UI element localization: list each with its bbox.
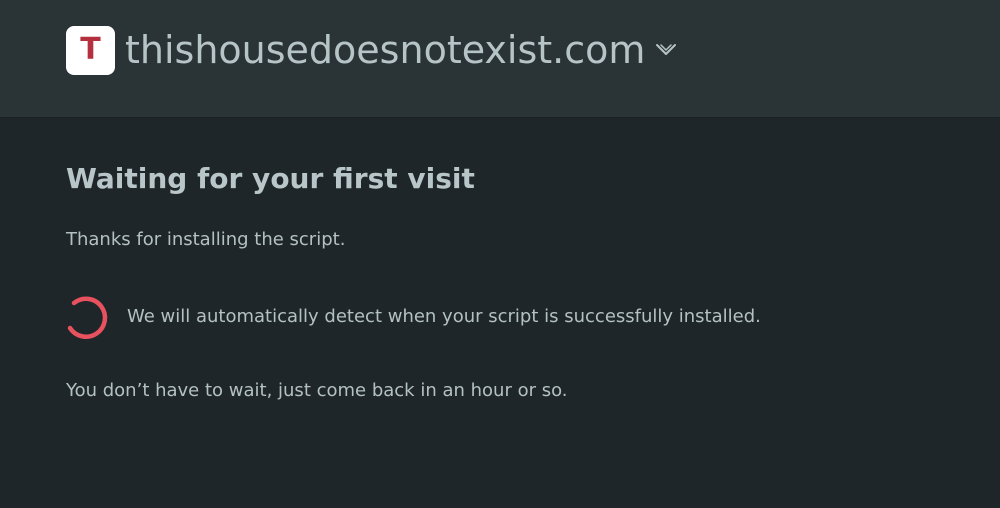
site-name: thishousedoesnotexist.com — [125, 28, 646, 72]
favicon-letter: T — [80, 32, 101, 67]
detection-status: We will automatically detect when your s… — [66, 292, 761, 342]
top-bar: T thishousedoesnotexist.com — [0, 0, 1000, 118]
page-title: Waiting for your first visit — [66, 162, 475, 195]
detection-message: We will automatically detect when your s… — [127, 306, 761, 327]
wait-message: You don’t have to wait, just come back i… — [66, 380, 568, 401]
site-switcher[interactable]: T thishousedoesnotexist.com — [66, 25, 677, 75]
chevron-down-icon[interactable] — [655, 39, 677, 61]
site-favicon: T — [66, 25, 115, 75]
thanks-message: Thanks for installing the script. — [66, 229, 346, 250]
loading-spinner-icon — [66, 293, 110, 341]
